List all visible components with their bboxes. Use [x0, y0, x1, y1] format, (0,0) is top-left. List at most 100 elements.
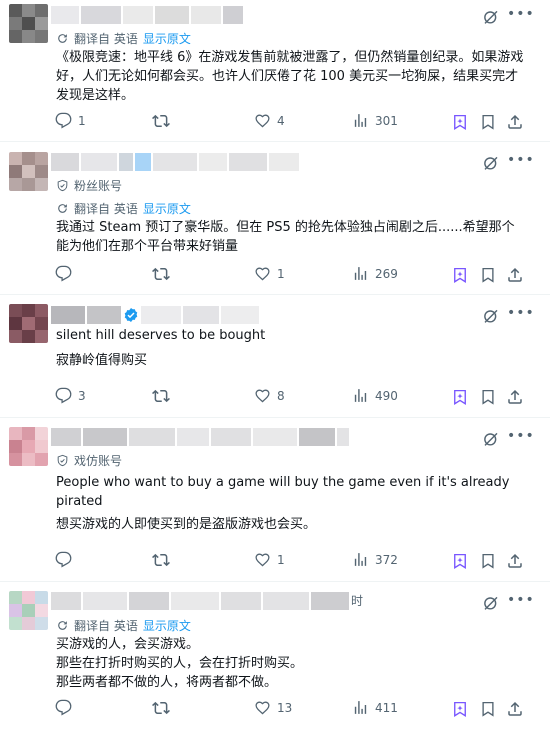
- views-icon: [352, 699, 369, 716]
- like-count: 4: [277, 113, 285, 128]
- grok-icon[interactable]: [482, 594, 500, 612]
- repost-button[interactable]: [152, 387, 176, 405]
- views-icon: [352, 265, 369, 282]
- views-button[interactable]: 269: [352, 265, 398, 282]
- fan-account-badge-icon: [56, 179, 69, 192]
- views-button[interactable]: 490: [352, 387, 398, 404]
- more-options-icon[interactable]: •••: [507, 305, 535, 321]
- bookmark-icon[interactable]: [479, 700, 497, 718]
- reply-icon: [55, 265, 72, 282]
- bookmark-icon[interactable]: [479, 113, 497, 131]
- like-button[interactable]: 4: [254, 112, 285, 129]
- like-icon: [254, 387, 271, 404]
- like-button[interactable]: 8: [254, 387, 285, 404]
- timeline-feed: ••• 翻译自 英语 显示原文 《极限竞速：地平线 6》在游戏发售前就被泄露了，…: [0, 0, 550, 730]
- avatar[interactable]: [9, 427, 48, 466]
- avatar[interactable]: [9, 4, 48, 43]
- reply-button[interactable]: 1: [55, 112, 86, 129]
- view-count: 411: [375, 700, 398, 715]
- share-icon[interactable]: [506, 388, 524, 406]
- grok-icon[interactable]: [482, 8, 500, 26]
- reply-button[interactable]: [55, 699, 78, 716]
- grok-bookmark-icon[interactable]: [451, 700, 469, 718]
- avatar[interactable]: [9, 591, 48, 630]
- views-icon: [352, 387, 369, 404]
- share-icon[interactable]: [506, 113, 524, 131]
- post-text: 《极限竞速：地平线 6》在游戏发售前就被泄露了，但仍然销量创纪录。如果游戏好，人…: [56, 50, 524, 103]
- post-text: 寂静岭值得购买: [56, 353, 148, 368]
- share-icon[interactable]: [506, 700, 524, 718]
- grok-icon[interactable]: [482, 307, 500, 325]
- translation-meta: 翻译自 英语 显示原文: [56, 200, 191, 217]
- like-button[interactable]: 1: [254, 265, 285, 282]
- post-text: 我通过 Steam 预订了豪华版。但在 PS5 的抢先体验独占闹剧之后.....…: [56, 220, 515, 254]
- like-count: 1: [277, 552, 285, 567]
- views-button[interactable]: 372: [352, 551, 398, 568]
- post[interactable]: ••• 粉丝账号 翻译自 英语 显示原文 我通过 Steam 预订了豪华版。但在…: [0, 142, 550, 295]
- view-count: 490: [375, 388, 398, 403]
- more-options-icon[interactable]: •••: [507, 6, 535, 22]
- like-icon: [254, 699, 271, 716]
- post-text: 想买游戏的人即使买到的是盗版游戏也会买。: [56, 517, 317, 532]
- share-icon[interactable]: [506, 266, 524, 284]
- more-options-icon[interactable]: •••: [507, 592, 535, 608]
- post[interactable]: ••• silent hill deserves to be bought 寂静…: [0, 295, 550, 418]
- author-name-redacted[interactable]: 时: [51, 592, 363, 610]
- like-icon: [254, 551, 271, 568]
- show-original-link[interactable]: 显示原文: [143, 200, 191, 217]
- like-button[interactable]: 13: [254, 699, 292, 716]
- grok-bookmark-icon[interactable]: [451, 552, 469, 570]
- repost-button[interactable]: [152, 699, 176, 717]
- repost-icon: [152, 112, 170, 130]
- post[interactable]: ••• 戏仿账号 People who want to buy a game w…: [0, 418, 550, 582]
- post[interactable]: ••• 翻译自 英语 显示原文 《极限竞速：地平线 6》在游戏发售前就被泄露了，…: [0, 0, 550, 142]
- like-count: 1: [277, 266, 285, 281]
- repost-button[interactable]: [152, 551, 176, 569]
- reply-count: 1: [78, 113, 86, 128]
- post-actions: 1 372: [0, 551, 550, 573]
- avatar[interactable]: [9, 152, 48, 191]
- reply-button[interactable]: [55, 265, 78, 282]
- avatar[interactable]: [9, 304, 48, 343]
- like-button[interactable]: 1: [254, 551, 285, 568]
- post-actions: 1 4 301: [0, 112, 550, 134]
- show-original-link[interactable]: 显示原文: [143, 617, 191, 634]
- post-actions: 13 411: [0, 699, 550, 721]
- post-original-text: silent hill deserves to be bought: [56, 328, 266, 343]
- show-original-link[interactable]: 显示原文: [143, 30, 191, 47]
- translated-from-label: 翻译自 英语: [74, 619, 138, 633]
- share-icon[interactable]: [506, 552, 524, 570]
- more-options-icon[interactable]: •••: [507, 152, 535, 168]
- grok-icon[interactable]: [482, 154, 500, 172]
- grok-bookmark-icon[interactable]: [451, 388, 469, 406]
- grok-icon[interactable]: [482, 430, 500, 448]
- post-actions: 3 8 490: [0, 387, 550, 409]
- views-button[interactable]: 301: [352, 112, 398, 129]
- repost-button[interactable]: [152, 112, 176, 130]
- author-name-redacted[interactable]: [51, 428, 349, 446]
- repost-icon: [152, 265, 170, 283]
- post-time[interactable]: 时: [351, 592, 363, 610]
- bookmark-icon[interactable]: [479, 388, 497, 406]
- bookmark-icon[interactable]: [479, 552, 497, 570]
- reply-icon: [55, 551, 72, 568]
- verified-badge-icon: [123, 307, 139, 323]
- repost-button[interactable]: [152, 265, 176, 283]
- author-name-redacted[interactable]: [51, 306, 259, 324]
- more-options-icon[interactable]: •••: [507, 428, 535, 444]
- parody-account-badge-icon: [56, 454, 69, 467]
- grok-bookmark-icon[interactable]: [451, 266, 469, 284]
- views-button[interactable]: 411: [352, 699, 398, 716]
- author-name-redacted[interactable]: [51, 153, 299, 171]
- post-text: 买游戏的人，会买游戏。 那些在打折时购买的人，会在打折时购买。 那些两者都不做的…: [56, 637, 304, 690]
- reply-button[interactable]: 3: [55, 387, 86, 404]
- reply-button[interactable]: [55, 551, 78, 568]
- post-original-text: People who want to buy a game will buy t…: [56, 475, 514, 509]
- bookmark-icon[interactable]: [479, 266, 497, 284]
- like-icon: [254, 265, 271, 282]
- translation-meta: 翻译自 英语 显示原文: [56, 617, 191, 634]
- post[interactable]: 时 ••• 翻译自 英语 显示原文 买游戏的人，会买游戏。 那些在打折时购买的人…: [0, 582, 550, 730]
- like-count: 8: [277, 388, 285, 403]
- grok-bookmark-icon[interactable]: [451, 113, 469, 131]
- author-name-redacted[interactable]: [51, 6, 243, 24]
